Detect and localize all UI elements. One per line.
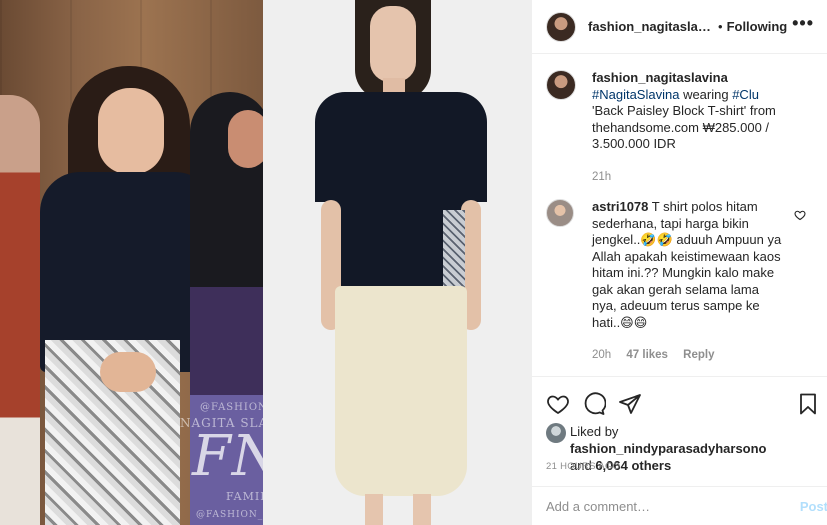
more-options-icon[interactable]: ••• bbox=[792, 14, 814, 32]
comment-row: astri1078 T shirt polos hitam sederhana,… bbox=[546, 199, 814, 364]
post-timestamp[interactable]: 21 HOURS AGO bbox=[546, 461, 620, 472]
comment-text: T shirt polos hitam sederhana, tapi harg… bbox=[592, 199, 782, 330]
liker-avatar[interactable] bbox=[546, 423, 566, 443]
caption-row: fashion_nagitaslavina #NagitaSlavina wea… bbox=[546, 70, 814, 185]
following-button[interactable]: Following bbox=[727, 19, 788, 34]
model-black-tshirt bbox=[315, 92, 487, 202]
likes-prefix: Liked by bbox=[570, 424, 619, 439]
comment-time[interactable]: 20h bbox=[592, 349, 611, 361]
post-actions: Liked by fashion_nindyparasadyharsono an… bbox=[532, 376, 827, 496]
post-side-panel: fashion_nagitaslavina • Following ••• fa… bbox=[531, 0, 827, 525]
watermark-logo: FNS bbox=[192, 424, 263, 489]
post-header: fashion_nagitaslavina • Following ••• bbox=[532, 0, 827, 54]
person-left-figure bbox=[0, 95, 40, 525]
caption-meta: 21h bbox=[592, 169, 784, 186]
caption-avatar[interactable] bbox=[546, 70, 576, 100]
caption-text-1: wearing bbox=[679, 86, 733, 102]
like-heart-icon[interactable] bbox=[546, 392, 570, 416]
post-comment-button[interactable]: Post bbox=[800, 499, 827, 514]
author-username[interactable]: fashion_nagitaslavina bbox=[588, 19, 714, 34]
add-comment-bar: Post bbox=[532, 486, 827, 525]
model-cream-skirt bbox=[335, 286, 467, 496]
comment-meta: 20h 47 likes Reply bbox=[592, 347, 784, 364]
comment-likes[interactable]: 47 likes bbox=[626, 349, 668, 361]
hashtag-clu[interactable]: #Clu bbox=[732, 87, 759, 102]
commenter-username[interactable]: astri1078 bbox=[592, 199, 648, 214]
model-face bbox=[370, 6, 416, 82]
header-dot-separator: • bbox=[718, 19, 723, 34]
photo-left-panel: @FASHION_NAGITASLAVINA NAGITA SLAVINA FN… bbox=[0, 0, 263, 525]
commenter-avatar[interactable] bbox=[546, 199, 574, 227]
hashtag-nagitaslavina[interactable]: #NagitaSlavina bbox=[592, 87, 679, 102]
watermark-family: FAMILY bbox=[226, 490, 263, 503]
post-photo[interactable]: @FASHION_NAGITASLAVINA NAGITA SLAVINA FN… bbox=[0, 0, 531, 525]
comment-bubble-icon[interactable] bbox=[582, 392, 606, 416]
watermark-bottom: @FASHION_NAGITASLAVINA bbox=[196, 510, 263, 520]
caption-body: fashion_nagitaslavina #NagitaSlavina wea… bbox=[592, 70, 784, 185]
save-bookmark-icon[interactable] bbox=[796, 392, 820, 416]
photo-right-panel bbox=[263, 0, 531, 525]
comment-body: astri1078 T shirt polos hitam sederhana,… bbox=[592, 199, 784, 364]
main-person-face bbox=[98, 88, 164, 174]
caption-time[interactable]: 21h bbox=[592, 171, 611, 183]
comments-list[interactable]: fashion_nagitaslavina #NagitaSlavina wea… bbox=[532, 54, 827, 376]
liked-by-username[interactable]: fashion_nindyparasadyharsono bbox=[570, 441, 767, 456]
comment-reply-button[interactable]: Reply bbox=[683, 349, 714, 361]
add-comment-input[interactable] bbox=[546, 498, 776, 514]
share-paper-plane-icon[interactable] bbox=[618, 392, 642, 416]
watermark-handle: @FASHION_NAGITASLAVINA bbox=[200, 402, 263, 413]
comment-like-heart-icon[interactable] bbox=[794, 209, 806, 221]
caption-text-2: 'Back Paisley Block T-shirt' from thehan… bbox=[592, 103, 776, 151]
author-avatar[interactable] bbox=[546, 11, 576, 42]
caption-username[interactable]: fashion_nagitaslavina bbox=[592, 70, 728, 85]
